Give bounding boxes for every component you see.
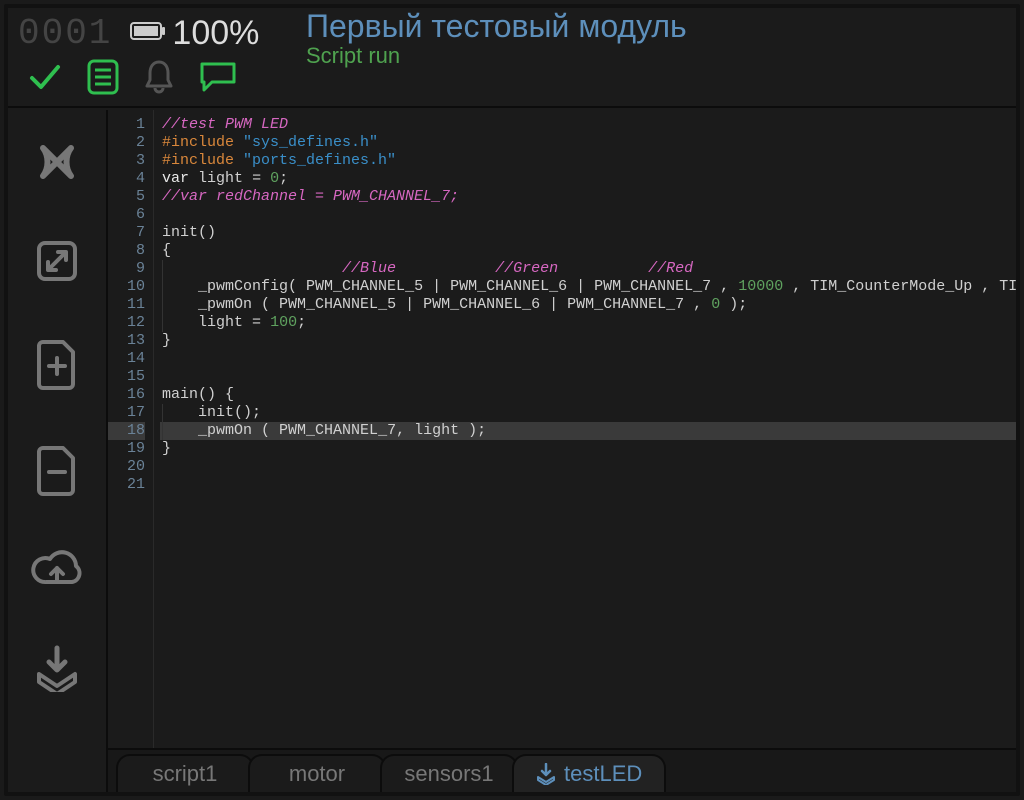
top-bar: 0001 100% (8, 8, 1016, 108)
chat-icon[interactable] (198, 59, 238, 95)
line-gutter: 123456789101112131415161718192021 (108, 110, 154, 748)
tab-label: motor (289, 761, 345, 787)
line-number: 20 (108, 458, 145, 476)
code-line[interactable]: init(); (160, 404, 1016, 422)
document-icon[interactable] (86, 58, 120, 96)
line-number: 2 (108, 134, 145, 152)
fullscreen-button[interactable] (34, 238, 80, 284)
line-number: 13 (108, 332, 145, 350)
code-line[interactable]: } (160, 440, 1016, 458)
tab-bar: script1 motor sensors1 testLED (108, 748, 1016, 792)
code-line[interactable]: //var redChannel = PWM_CHANNEL_7; (160, 188, 1016, 206)
line-number: 8 (108, 242, 145, 260)
tab-testLED[interactable]: testLED (512, 754, 666, 792)
code-editor[interactable]: 123456789101112131415161718192021 //test… (108, 110, 1016, 748)
side-toolbar (8, 110, 108, 792)
line-number: 9 (108, 260, 145, 278)
code-line[interactable]: _pwmOn ( PWM_CHANNEL_7, light ); (160, 422, 1016, 440)
close-button[interactable] (35, 140, 79, 184)
code-line[interactable] (160, 368, 1016, 386)
add-file-button[interactable] (35, 338, 79, 390)
code-line[interactable]: //Blue //Green //Red (160, 260, 1016, 278)
line-number: 14 (108, 350, 145, 368)
line-number: 11 (108, 296, 145, 314)
bell-icon[interactable] (142, 58, 176, 96)
line-number: 5 (108, 188, 145, 206)
tab-label: testLED (564, 761, 642, 787)
line-number: 21 (108, 476, 145, 494)
code-line[interactable]: var light = 0; (160, 170, 1016, 188)
page-title: Первый тестовый модуль (306, 8, 1016, 45)
code-line[interactable] (160, 476, 1016, 494)
code-line[interactable]: main() { (160, 386, 1016, 404)
battery-icon (130, 21, 166, 46)
code-line[interactable]: light = 100; (160, 314, 1016, 332)
code-line[interactable]: _pwmOn ( PWM_CHANNEL_5 | PWM_CHANNEL_6 |… (160, 296, 1016, 314)
remove-file-button[interactable] (35, 444, 79, 496)
code-line[interactable]: _pwmConfig( PWM_CHANNEL_5 | PWM_CHANNEL_… (160, 278, 1016, 296)
code-line[interactable] (160, 350, 1016, 368)
line-number: 7 (108, 224, 145, 242)
code-area[interactable]: //test PWM LED#include "sys_defines.h"#i… (154, 110, 1016, 748)
check-icon[interactable] (26, 58, 64, 96)
code-line[interactable]: } (160, 332, 1016, 350)
line-number: 12 (108, 314, 145, 332)
line-number: 17 (108, 404, 145, 422)
battery-status: 100% (130, 14, 259, 53)
page-subtitle: Script run (306, 43, 1016, 69)
download-button[interactable] (33, 644, 81, 692)
code-line[interactable] (160, 458, 1016, 476)
tab-label: script1 (153, 761, 218, 787)
tab-motor[interactable]: motor (248, 754, 386, 792)
tab-script1[interactable]: script1 (116, 754, 254, 792)
code-line[interactable]: { (160, 242, 1016, 260)
line-number: 10 (108, 278, 145, 296)
code-line[interactable] (160, 206, 1016, 224)
download-icon (536, 763, 556, 785)
line-number: 3 (108, 152, 145, 170)
upload-cloud-button[interactable] (30, 550, 84, 590)
status-block: 0001 100% (8, 8, 278, 106)
line-number: 15 (108, 368, 145, 386)
line-number: 1 (108, 116, 145, 134)
code-line[interactable]: init() (160, 224, 1016, 242)
tab-sensors1[interactable]: sensors1 (380, 754, 518, 792)
battery-percent: 100% (172, 14, 259, 53)
line-number: 19 (108, 440, 145, 458)
code-line[interactable]: #include "ports_defines.h" (160, 152, 1016, 170)
line-number: 6 (108, 206, 145, 224)
counter-value: 0001 (18, 13, 112, 54)
line-number: 16 (108, 386, 145, 404)
code-line[interactable]: #include "sys_defines.h" (160, 134, 1016, 152)
line-number: 18 (108, 422, 145, 440)
line-number: 4 (108, 170, 145, 188)
code-line[interactable]: //test PWM LED (160, 116, 1016, 134)
tab-label: sensors1 (404, 761, 493, 787)
